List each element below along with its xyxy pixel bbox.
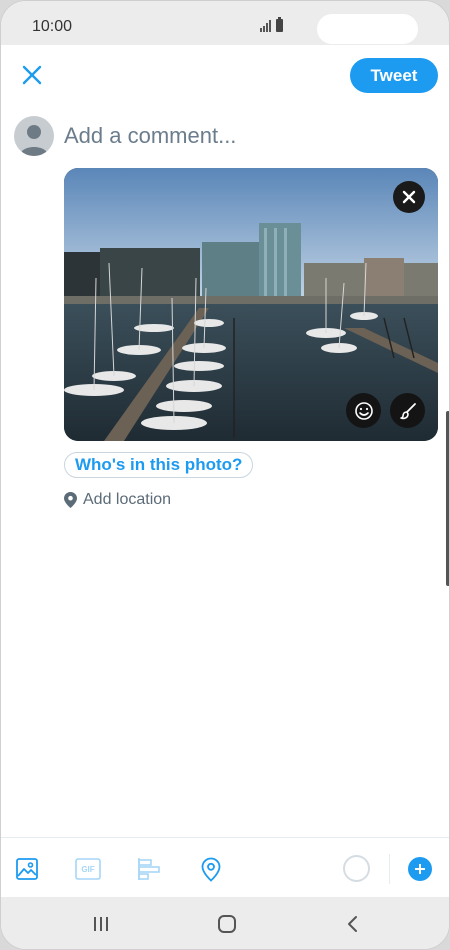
home-icon: [218, 915, 236, 933]
add-gif-button[interactable]: GIF: [75, 856, 101, 882]
avatar-icon: [20, 125, 48, 156]
phone-screen: 10:00 Tweet Add a comment... Who's in th…: [0, 0, 450, 950]
back-button[interactable]: [341, 913, 365, 935]
recents-button[interactable]: [89, 913, 113, 935]
comment-input[interactable]: [64, 121, 414, 151]
add-location-tool-button[interactable]: [198, 856, 224, 882]
scroll-indicator: [446, 411, 449, 586]
add-location-label: Add location: [83, 491, 172, 508]
poll-icon: [138, 858, 160, 880]
brush-icon: [399, 402, 416, 419]
edit-photo-button[interactable]: [390, 393, 425, 428]
add-poll-button[interactable]: [136, 856, 162, 882]
avatar: [14, 116, 54, 156]
location-icon: [201, 857, 221, 882]
camera-cutout: [317, 14, 418, 44]
attached-photo[interactable]: [64, 168, 438, 441]
add-thread-button[interactable]: [408, 857, 432, 881]
back-icon: [348, 916, 357, 932]
recents-icon: [94, 917, 108, 931]
toolbar-divider: [389, 854, 390, 884]
location-pin-icon: [64, 492, 77, 508]
smiley-icon: [354, 401, 373, 420]
status-bar: 10:00: [1, 1, 449, 45]
status-icons: [260, 17, 283, 32]
compose-toolbar: GIF: [1, 837, 449, 897]
tweet-button[interactable]: Tweet: [350, 58, 438, 93]
remove-photo-button[interactable]: [393, 181, 425, 213]
marina-photo: [64, 168, 438, 441]
system-nav-bar: [1, 897, 449, 949]
character-counter: [343, 855, 370, 882]
close-icon: [402, 190, 416, 204]
add-image-button[interactable]: [14, 856, 40, 882]
image-icon: [16, 858, 38, 880]
signal-icon: [260, 20, 271, 32]
tag-people-button[interactable]: Who's in this photo?: [64, 452, 254, 478]
close-icon[interactable]: [21, 64, 43, 86]
home-button[interactable]: [215, 913, 239, 935]
gif-label: GIF: [81, 864, 95, 874]
status-time: 10:00: [32, 18, 73, 35]
add-location-button[interactable]: Add location: [64, 491, 171, 509]
plus-icon: [415, 864, 425, 874]
battery-icon: [276, 17, 283, 32]
sticker-button[interactable]: [346, 393, 381, 428]
